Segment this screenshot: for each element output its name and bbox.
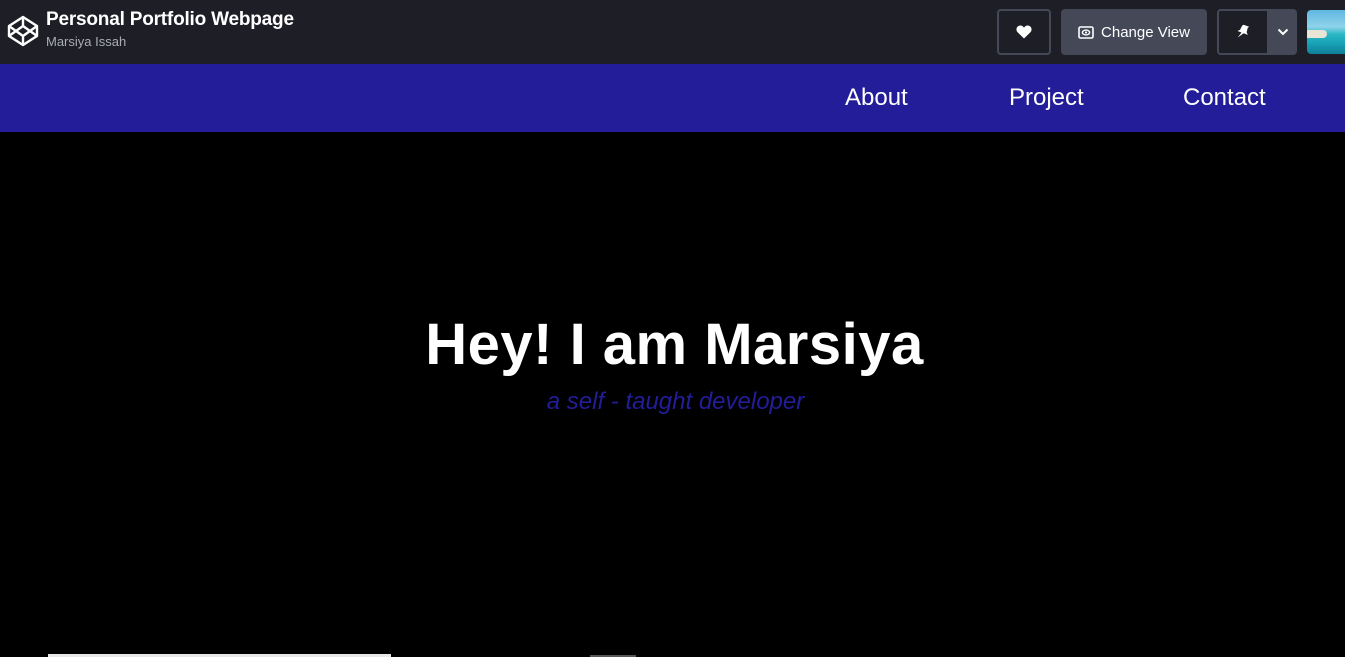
change-view-button[interactable]: Change View [1061,9,1207,55]
pin-button-group [1217,9,1297,55]
pen-author[interactable]: Marsiya Issah [46,33,294,51]
codepen-logo-icon[interactable] [7,15,39,47]
hero-section: Hey! I am Marsiya a self - taught develo… [0,132,1345,657]
eye-icon [1078,25,1094,39]
pen-title[interactable]: Personal Portfolio Webpage [46,8,294,32]
pen-title-block: Personal Portfolio Webpage Marsiya Issah [46,8,294,51]
user-avatar[interactable] [1307,10,1345,54]
change-view-label: Change View [1101,23,1190,41]
pin-icon [1237,24,1250,38]
nav-link-project[interactable]: Project [1009,82,1084,114]
chevron-down-icon [1277,28,1289,36]
nav-link-about[interactable]: About [845,82,908,114]
pin-menu-button[interactable] [1269,9,1297,55]
codepen-header: Personal Portfolio Webpage Marsiya Issah… [0,0,1345,64]
nav-link-contact[interactable]: Contact [1183,82,1266,114]
pin-button[interactable] [1217,9,1269,55]
heart-icon [1016,25,1032,39]
hero-subtitle: a self - taught developer [546,388,805,415]
hero-title: Hey! I am Marsiya [425,312,924,377]
avatar-image-detail [1307,30,1327,38]
like-button[interactable] [997,9,1051,55]
portfolio-navbar: About Project Contact [0,64,1345,132]
